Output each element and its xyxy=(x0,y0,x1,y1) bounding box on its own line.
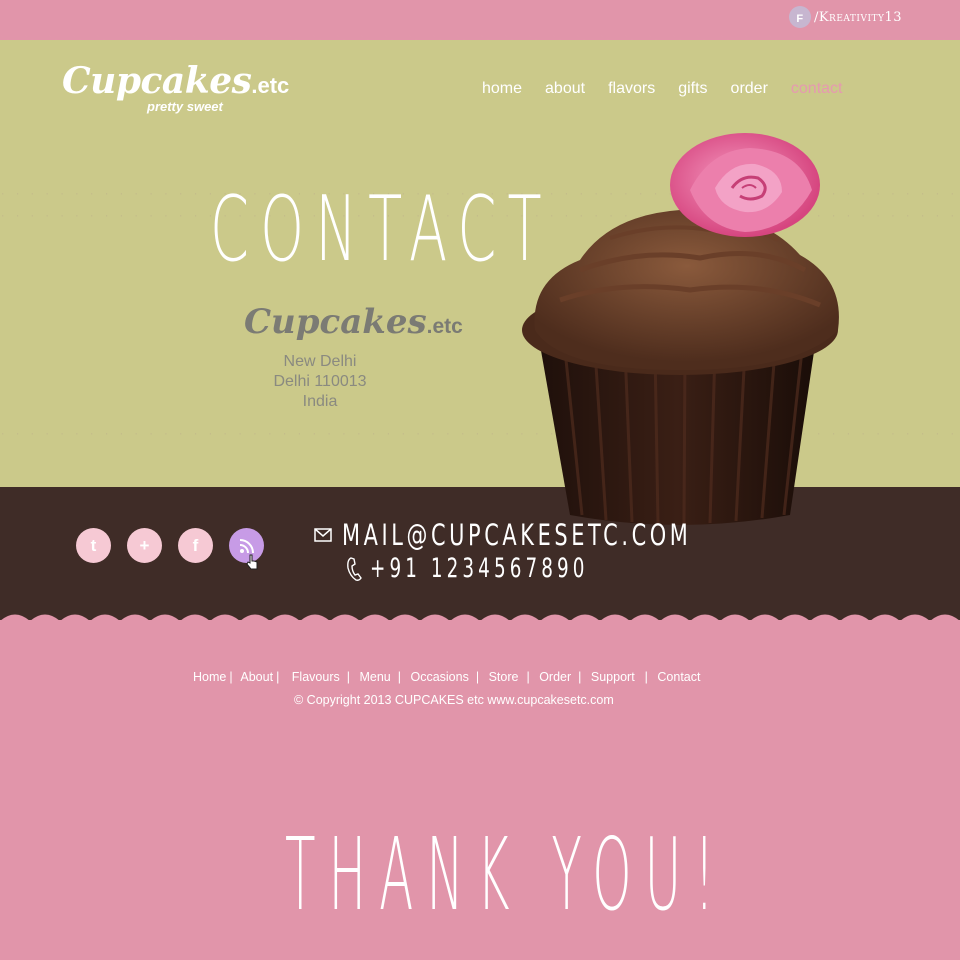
footer-separator: | xyxy=(276,670,280,684)
logo-suffix: .etc xyxy=(251,73,290,98)
nav-home[interactable]: home xyxy=(482,80,522,98)
address-logo-name: Cupcakes xyxy=(244,302,427,342)
footer-link-flavours[interactable]: Flavours xyxy=(292,670,340,684)
address-logo-suffix: .etc xyxy=(426,315,463,338)
address-logo: Cupcakes.etc xyxy=(244,302,463,342)
address-line: Delhi 110013 xyxy=(273,373,367,390)
footer-link-store[interactable]: Store xyxy=(489,670,519,684)
google-plus-icon: + xyxy=(139,535,150,555)
address-block: New Delhi Delhi 110013 India xyxy=(220,352,420,412)
footer-separator: | xyxy=(346,670,350,684)
rss-icon xyxy=(239,538,254,553)
footer-links: Home | About | Flavours | Menu | Occasions | … xyxy=(193,670,701,684)
scallop-divider-top xyxy=(0,30,960,44)
nav-contact[interactable]: contact xyxy=(791,80,843,98)
footer-link-home[interactable]: Home xyxy=(193,670,226,684)
nav-about[interactable]: about xyxy=(545,80,585,98)
nav-order[interactable]: order xyxy=(731,80,768,98)
twitter-button[interactable]: t xyxy=(76,528,111,563)
facebook-page-link[interactable]: f /Kreativity13 xyxy=(788,6,902,28)
footer-separator: | xyxy=(397,670,401,684)
address-line: India xyxy=(302,393,338,410)
google-plus-button[interactable]: + xyxy=(127,528,162,563)
footer-separator: | xyxy=(578,670,582,684)
address-line: New Delhi xyxy=(283,353,357,370)
twitter-icon: t xyxy=(90,535,97,555)
phone-icon xyxy=(347,556,362,581)
mail-icon xyxy=(314,528,332,542)
footer-separator: | xyxy=(475,670,480,684)
main-nav: home about flavors gifts order contact xyxy=(482,80,866,98)
facebook-icon: f xyxy=(192,535,199,555)
cupcake-image xyxy=(522,133,839,525)
logo-name: Cupcakes xyxy=(62,60,252,102)
thank-you-heading: THANK YOU! xyxy=(285,816,728,933)
footer-separator: | xyxy=(526,670,530,684)
nav-gifts[interactable]: gifts xyxy=(678,80,707,98)
logo-tagline: pretty sweet xyxy=(147,99,223,114)
facebook-button[interactable]: f xyxy=(178,528,213,563)
footer-link-order[interactable]: Order xyxy=(539,670,571,684)
footer-link-about[interactable]: About xyxy=(240,670,273,684)
site-logo[interactable]: Cupcakes.etc pretty sweet xyxy=(62,60,290,114)
email-row: MAIL@CUPCAKESETC.COM xyxy=(314,518,827,552)
footer-link-menu[interactable]: Menu xyxy=(359,670,390,684)
phone-number: +91 1234567890 xyxy=(370,553,589,584)
facebook-icon: f xyxy=(788,6,811,28)
footer-link-support[interactable]: Support xyxy=(591,670,635,684)
footer-separator: | xyxy=(644,670,648,684)
hand-cursor-icon xyxy=(246,554,258,570)
scallop-divider-bottom xyxy=(0,612,960,634)
social-buttons: t + f xyxy=(76,528,264,563)
footer-link-contact[interactable]: Contact xyxy=(657,670,700,684)
nav-flavors[interactable]: flavors xyxy=(608,80,655,98)
footer-separator: | xyxy=(229,670,233,684)
copyright: © Copyright 2013 CUPCAKES etc www.cupcak… xyxy=(294,693,614,707)
footer-link-occasions[interactable]: Occasions xyxy=(410,670,468,684)
facebook-page-label: /Kreativity13 xyxy=(813,9,902,25)
phone-row: +91 1234567890 xyxy=(346,553,691,584)
email-link[interactable]: MAIL@CUPCAKESETC.COM xyxy=(342,518,691,552)
page-title: CONTACT xyxy=(210,177,553,282)
